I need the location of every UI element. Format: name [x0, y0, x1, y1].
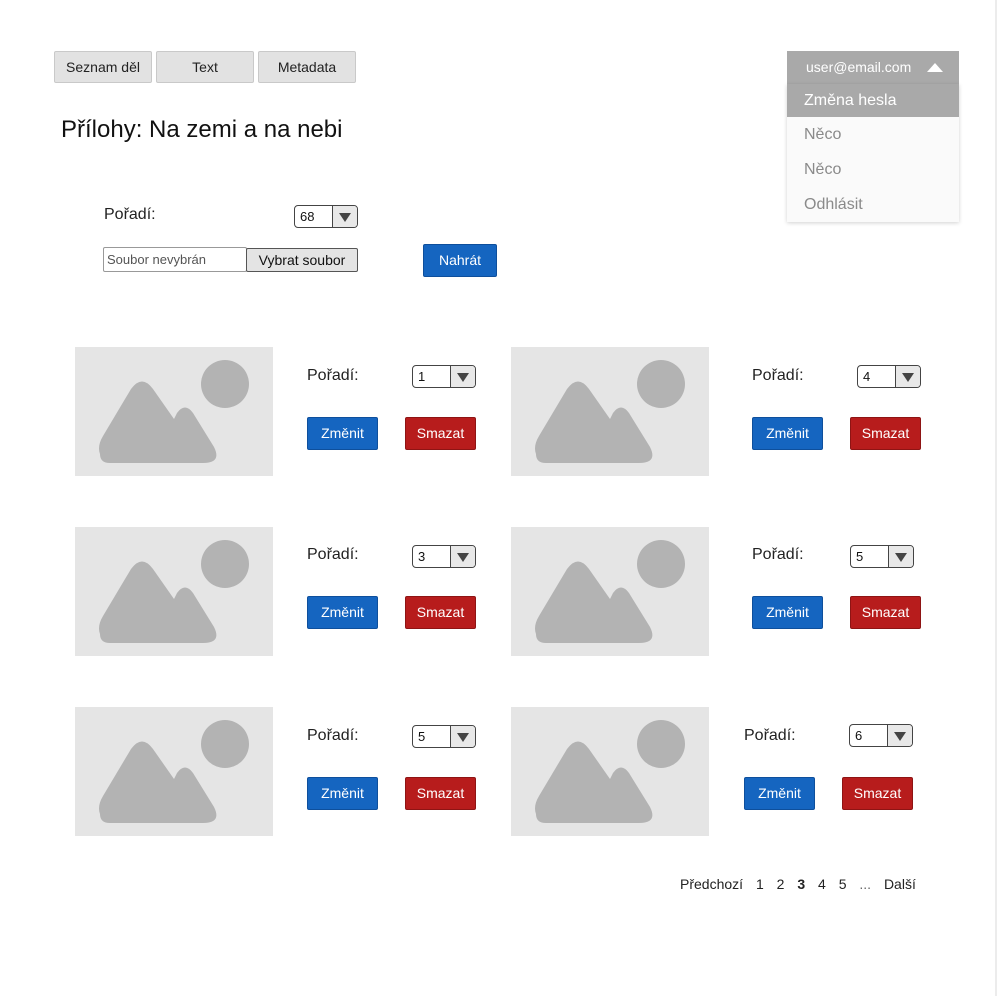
attachment-thumbnail [75, 707, 273, 836]
user-menu-dropdown: Změna hesla Něco Něco Odhlásit [787, 84, 959, 222]
attachment-order-value: 5 [418, 729, 426, 744]
attachment-order-select[interactable]: 4 [857, 365, 921, 388]
delete-attachment-button[interactable]: Smazat [405, 417, 476, 450]
attachment-order-value: 3 [418, 549, 426, 564]
page-title: Přílohy: Na zemi a na nebi [61, 116, 343, 143]
attachment-order-select[interactable]: 3 [412, 545, 476, 568]
attachment-thumbnail [511, 527, 709, 656]
attachment-order-label: Pořadí: [307, 727, 359, 744]
dropdown-arrow-icon [895, 366, 920, 387]
pagination-page-5[interactable]: 5 [839, 876, 847, 892]
menu-item-neco-1[interactable]: Něco [787, 117, 959, 152]
attachment-order-label: Pořadí: [744, 727, 796, 744]
attachment-order-label: Pořadí: [752, 367, 804, 384]
menu-item-change-password[interactable]: Změna hesla [787, 84, 959, 117]
pagination-ellipsis: ... [859, 876, 872, 892]
upload-order-label: Pořadí: [104, 206, 156, 223]
pagination-next[interactable]: Další [884, 876, 916, 892]
attachment-order-value: 4 [863, 369, 871, 384]
delete-attachment-button[interactable]: Smazat [850, 596, 921, 629]
change-attachment-button[interactable]: Změnit [307, 417, 378, 450]
attachment-order-label: Pořadí: [752, 546, 804, 563]
upload-order-select[interactable]: 68 [294, 205, 358, 228]
file-name-field[interactable] [103, 247, 247, 272]
pagination: Předchozí 1 2 3 4 5 ... Další [680, 876, 925, 896]
menu-item-neco-2[interactable]: Něco [787, 152, 959, 187]
upload-order-value: 68 [300, 209, 315, 224]
attachment-thumbnail [75, 347, 273, 476]
menu-item-logout[interactable]: Odhlásit [787, 187, 959, 222]
delete-attachment-button[interactable]: Smazat [842, 777, 913, 810]
delete-attachment-button[interactable]: Smazat [405, 777, 476, 810]
attachment-order-select[interactable]: 5 [412, 725, 476, 748]
upload-button[interactable]: Nahrát [423, 244, 497, 277]
user-email: user@email.com [806, 59, 912, 75]
pagination-page-1[interactable]: 1 [756, 876, 764, 892]
attachment-order-value: 6 [855, 728, 863, 743]
delete-attachment-button[interactable]: Smazat [405, 596, 476, 629]
dropdown-arrow-icon [450, 726, 475, 747]
choose-file-button[interactable]: Vybrat soubor [246, 248, 358, 272]
tab-seznam-del[interactable]: Seznam děl [54, 51, 152, 83]
user-menu-toggle[interactable]: user@email.com [787, 51, 959, 84]
attachment-thumbnail [75, 527, 273, 656]
caret-up-icon [927, 63, 943, 72]
dropdown-arrow-icon [450, 366, 475, 387]
attachment-order-select[interactable]: 5 [850, 545, 914, 568]
pagination-prev[interactable]: Předchozí [680, 876, 743, 892]
attachment-order-value: 1 [418, 369, 426, 384]
delete-attachment-button[interactable]: Smazat [850, 417, 921, 450]
dropdown-arrow-icon [887, 725, 912, 746]
pagination-page-3[interactable]: 3 [797, 876, 805, 892]
change-attachment-button[interactable]: Změnit [744, 777, 815, 810]
change-attachment-button[interactable]: Změnit [752, 596, 823, 629]
attachment-order-label: Pořadí: [307, 546, 359, 563]
attachment-order-select[interactable]: 1 [412, 365, 476, 388]
pagination-page-2[interactable]: 2 [777, 876, 785, 892]
change-attachment-button[interactable]: Změnit [307, 777, 378, 810]
tab-text[interactable]: Text [156, 51, 254, 83]
dropdown-arrow-icon [450, 546, 475, 567]
attachment-order-value: 5 [856, 549, 864, 564]
change-attachment-button[interactable]: Změnit [752, 417, 823, 450]
change-attachment-button[interactable]: Změnit [307, 596, 378, 629]
attachment-thumbnail [511, 707, 709, 836]
dropdown-arrow-icon [332, 206, 357, 227]
tab-metadata[interactable]: Metadata [258, 51, 356, 83]
pagination-page-4[interactable]: 4 [818, 876, 826, 892]
attachment-order-label: Pořadí: [307, 367, 359, 384]
attachment-order-select[interactable]: 6 [849, 724, 913, 747]
attachment-thumbnail [511, 347, 709, 476]
dropdown-arrow-icon [888, 546, 913, 567]
